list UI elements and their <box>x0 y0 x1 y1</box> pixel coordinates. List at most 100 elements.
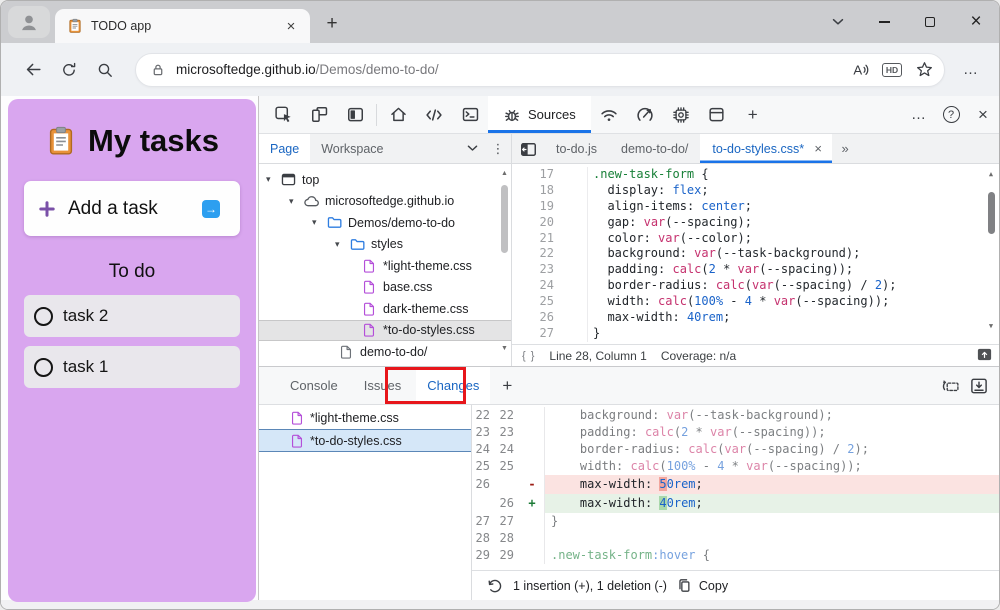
add-task-form[interactable]: Add a task → <box>24 181 240 236</box>
task-item-task-2[interactable]: task 2 <box>24 295 240 337</box>
code-line[interactable]: 25 width: calc(100% - 4 * var(--spacing)… <box>512 294 999 310</box>
network-tab-button[interactable] <box>591 96 627 133</box>
line-number[interactable]: 20 <box>512 215 588 231</box>
read-aloud-button[interactable]: A <box>844 55 876 85</box>
line-number[interactable]: 19 <box>512 199 588 215</box>
navigator-tab-page[interactable]: Page <box>259 134 310 163</box>
inspect-element-button[interactable] <box>265 96 301 133</box>
performance-tab-button[interactable] <box>627 96 663 133</box>
scroll-down-icon[interactable]: ▼ <box>501 345 508 352</box>
more-navigator-tabs-button[interactable] <box>459 134 485 163</box>
browser-tab-todo-app[interactable]: TODO app × <box>55 9 310 43</box>
close-window-button[interactable]: × <box>953 1 999 43</box>
customize-devtools-button[interactable]: … <box>903 96 935 134</box>
line-number[interactable]: 24 <box>512 278 588 294</box>
address-bar[interactable]: microsoftedge.github.io/Demos/demo-to-do… <box>135 53 945 87</box>
line-number[interactable]: 17 <box>512 167 588 183</box>
code-line[interactable]: 27} <box>512 326 999 342</box>
code-line[interactable]: 23 padding: calc(2 * var(--spacing)); <box>512 262 999 278</box>
tab-actions-menu-button[interactable] <box>815 1 861 43</box>
navigator-tab-workspace[interactable]: Workspace <box>310 134 394 163</box>
drawer-tab-issues[interactable]: Issues <box>353 367 413 404</box>
back-button[interactable] <box>15 53 51 87</box>
pretty-print-icon[interactable]: { } <box>522 350 535 362</box>
scrollbar-thumb[interactable] <box>501 185 508 253</box>
search-button[interactable] <box>87 53 123 87</box>
console-tab-button[interactable] <box>452 96 488 133</box>
tree-item-to-do-styles-css[interactable]: *to-do-styles.css <box>259 320 511 342</box>
line-number[interactable]: 27 <box>512 326 588 342</box>
tree-item-light-theme-css[interactable]: *light-theme.css <box>259 255 511 277</box>
close-tab-icon[interactable]: × <box>808 139 828 159</box>
scroll-up-icon[interactable]: ▲ <box>501 170 508 177</box>
drawer-tab-changes[interactable]: Changes <box>416 367 490 404</box>
reload-required-button[interactable] <box>941 376 961 396</box>
elements-tab-button[interactable] <box>416 96 452 133</box>
changed-file-to-do-styles-css[interactable]: *to-do-styles.css <box>259 429 471 452</box>
favorite-button[interactable] <box>908 55 940 85</box>
code-line[interactable]: 24 border-radius: calc(var(--spacing) / … <box>512 278 999 294</box>
task-item-task-1[interactable]: task 1 <box>24 346 240 388</box>
memory-tab-button[interactable] <box>663 96 699 133</box>
editor-scrollbar[interactable]: ▲ ▼ <box>985 170 997 338</box>
help-button[interactable]: ? <box>935 96 967 134</box>
tree-item-dark-theme-css[interactable]: dark-theme.css <box>259 298 511 320</box>
application-tab-button[interactable] <box>699 96 735 133</box>
tree-item-demos-demo-to-do[interactable]: ▾Demos/demo-to-do <box>259 212 511 234</box>
device-emulation-button[interactable] <box>301 96 337 133</box>
tree-item-demo-to-do[interactable]: demo-to-do/ <box>259 341 511 363</box>
refresh-button[interactable] <box>51 53 87 87</box>
open-sources-panel-button[interactable] <box>976 346 993 366</box>
line-number[interactable]: 23 <box>512 262 588 278</box>
editor-tab-to-do-js[interactable]: to-do.js <box>544 134 609 163</box>
minimize-button[interactable] <box>861 1 907 43</box>
more-tools-button[interactable]: + <box>735 96 771 133</box>
submit-task-button[interactable]: → <box>202 200 220 218</box>
line-number[interactable]: 21 <box>512 231 588 247</box>
hd-button[interactable]: HD <box>876 55 908 85</box>
line-number[interactable]: 25 <box>512 294 588 310</box>
code-line[interactable]: 20 gap: var(--spacing); <box>512 215 999 231</box>
scroll-down-icon[interactable]: ▼ <box>989 322 993 330</box>
browser-menu-button[interactable]: … <box>953 53 989 87</box>
code-line[interactable]: 22 background: var(--task-background); <box>512 246 999 262</box>
drawer-tab-console[interactable]: Console <box>279 367 349 404</box>
line-number[interactable]: 26 <box>512 310 588 326</box>
scroll-up-icon[interactable]: ▲ <box>989 170 993 178</box>
revert-changes-button[interactable] <box>486 577 504 595</box>
tree-item-microsoftedge-github-io[interactable]: ▾microsoftedge.github.io <box>259 191 511 213</box>
tab-sources[interactable]: Sources <box>488 96 591 133</box>
profile-button[interactable] <box>8 6 50 38</box>
new-tab-button[interactable]: + <box>318 10 346 38</box>
hide-navigator-button[interactable] <box>512 134 544 164</box>
url-text[interactable]: microsoftedge.github.io/Demos/demo-to-do… <box>176 62 844 77</box>
changed-file-light-theme-css[interactable]: *light-theme.css <box>259 406 471 429</box>
expand-arrow-icon[interactable]: ▾ <box>335 239 349 250</box>
scrollbar-thumb[interactable] <box>988 192 995 234</box>
line-number[interactable]: 18 <box>512 183 588 199</box>
tree-scrollbar[interactable]: ▲▼ <box>499 170 510 360</box>
code-editor-area[interactable]: 17.new-task-form {18 display: flex;19 al… <box>512 164 999 344</box>
navigator-options-button[interactable]: ⋮ <box>485 134 511 163</box>
tree-item-styles[interactable]: ▾styles <box>259 234 511 256</box>
focus-mode-button[interactable] <box>337 96 373 133</box>
task-checkbox-circle[interactable] <box>34 307 53 326</box>
maximize-button[interactable] <box>907 1 953 43</box>
line-number[interactable]: 22 <box>512 246 588 262</box>
code-line[interactable]: 17.new-task-form { <box>512 167 999 183</box>
expand-drawer-button[interactable] <box>969 376 989 396</box>
code-line[interactable]: 18 display: flex; <box>512 183 999 199</box>
welcome-tab-button[interactable] <box>380 96 416 133</box>
close-devtools-button[interactable]: × <box>967 96 999 134</box>
add-drawer-tab-button[interactable]: + <box>494 367 520 404</box>
expand-arrow-icon[interactable]: ▾ <box>289 196 303 207</box>
expand-arrow-icon[interactable]: ▾ <box>266 174 280 185</box>
tab-close-icon[interactable]: × <box>280 15 302 37</box>
expand-arrow-icon[interactable]: ▾ <box>312 217 326 228</box>
code-line[interactable]: 19 align-items: center; <box>512 199 999 215</box>
editor-tab-to-do-styles-css[interactable]: to-do-styles.css*× <box>700 134 832 163</box>
copy-button[interactable]: Copy <box>676 577 728 594</box>
task-checkbox-circle[interactable] <box>34 358 53 377</box>
tree-item-base-css[interactable]: base.css <box>259 277 511 299</box>
add-task-label[interactable]: Add a task <box>68 198 202 220</box>
